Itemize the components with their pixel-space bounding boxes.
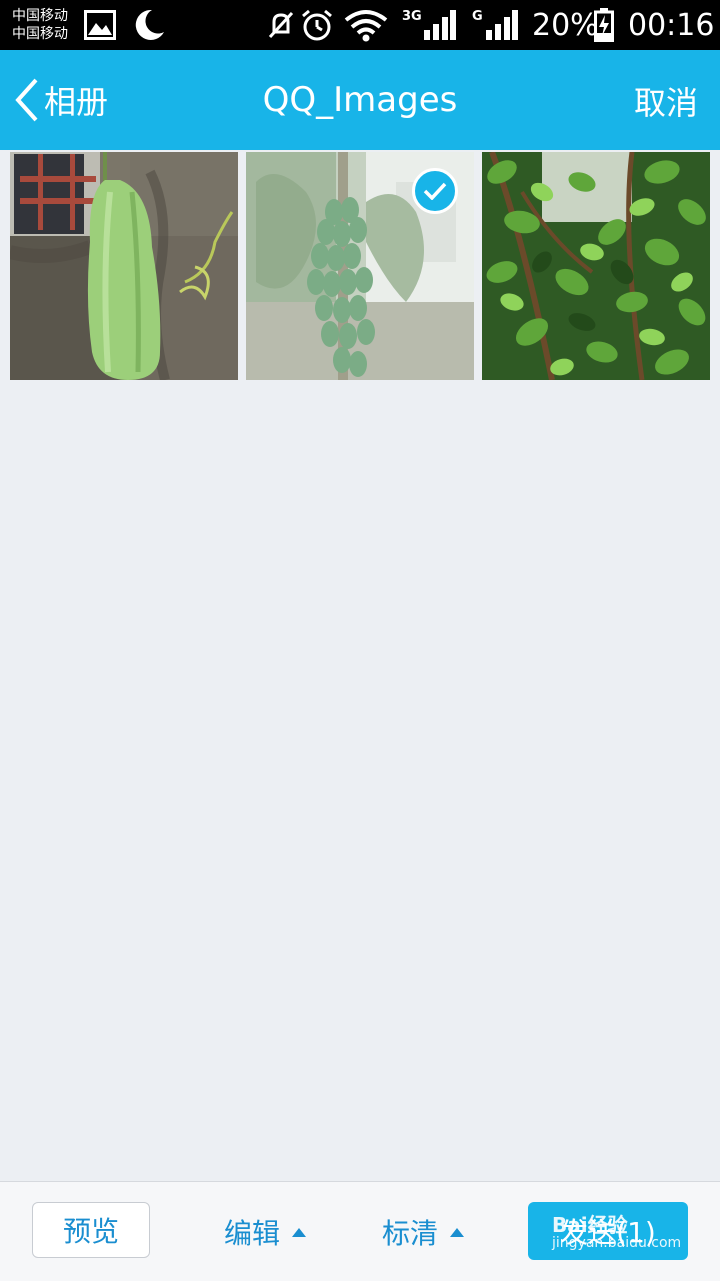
status-bar: 中国移动 中国移动 3G G 20% 00:16	[0, 0, 720, 50]
checkmark-icon	[423, 182, 447, 200]
cancel-button[interactable]: 取消	[634, 78, 698, 124]
shrub-photo	[482, 152, 710, 380]
quality-label: 标清	[382, 1217, 439, 1250]
carrier-info: 中国移动 中国移动	[12, 7, 68, 43]
photo-thumbnail-1[interactable]	[10, 152, 238, 380]
clock: 00:16	[628, 8, 715, 43]
battery-percent: 20%	[532, 8, 599, 43]
photo-thumbnail-3[interactable]	[482, 152, 710, 380]
signal-g-icon	[486, 10, 518, 40]
back-button[interactable]: 相册	[14, 76, 108, 124]
triangle-up-icon	[292, 1228, 307, 1237]
mute-icon	[268, 11, 294, 39]
back-label: 相册	[44, 83, 109, 121]
signal-3g-icon	[424, 10, 456, 40]
edit-dropdown[interactable]: 编辑	[224, 1212, 308, 1252]
baidu-watermark: Bai经验 jingyan.baidu.com	[552, 1213, 682, 1252]
chevron-left-icon	[15, 78, 38, 122]
alarm-icon	[302, 9, 332, 41]
gallery-icon	[84, 10, 116, 40]
photo-thumbnail-2[interactable]	[246, 152, 474, 380]
preview-button[interactable]: 预览	[32, 1202, 150, 1258]
quality-dropdown[interactable]: 标清	[382, 1212, 466, 1252]
moon-icon	[135, 9, 164, 40]
wifi-icon	[344, 10, 388, 42]
selected-check-icon[interactable]	[412, 168, 458, 214]
carrier-2: 中国移动	[12, 26, 68, 42]
battery-charging-icon	[594, 8, 614, 42]
edit-label: 编辑	[224, 1217, 281, 1250]
network-g-label: G	[472, 9, 483, 24]
luffa-photo	[10, 152, 238, 380]
network-3g-label: 3G	[402, 9, 422, 24]
title-bar: 相册 QQ_Images 取消	[0, 50, 720, 150]
watermark-url: jingyan.baidu.com	[552, 1235, 682, 1251]
triangle-up-icon	[450, 1228, 465, 1237]
photo-grid	[10, 152, 710, 380]
watermark-brand: Bai经验	[552, 1213, 628, 1237]
carrier-1: 中国移动	[12, 8, 68, 24]
